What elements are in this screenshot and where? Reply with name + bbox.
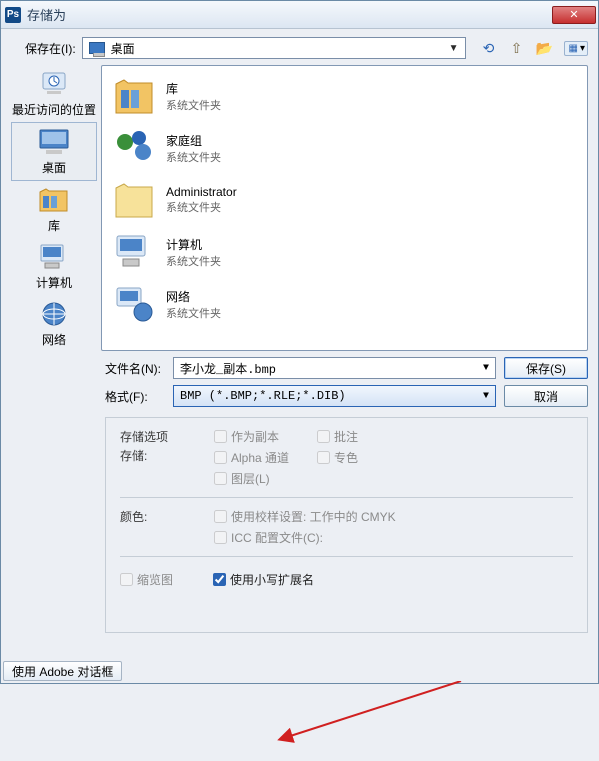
- filename-label: 文件名(N):: [105, 360, 165, 377]
- list-item-title: 网络: [166, 288, 221, 305]
- format-value: BMP (*.BMP;*.RLE;*.DIB): [180, 389, 346, 403]
- save-button[interactable]: 保存(S): [504, 357, 588, 379]
- options-group-label: 存储选项: [120, 428, 186, 445]
- list-item[interactable]: 家庭组系统文件夹: [106, 122, 583, 174]
- annotation-arrow: [271, 681, 471, 761]
- sidebar-item-label: 最近访问的位置: [12, 101, 96, 118]
- sidebar-item-network[interactable]: 网络: [11, 295, 97, 352]
- homegroup-icon: [112, 126, 156, 170]
- list-item-sub: 系统文件夹: [166, 253, 221, 269]
- sidebar-item-label: 桌面: [42, 159, 66, 176]
- user-folder-icon: [112, 178, 156, 222]
- store-label: 存储:: [120, 447, 186, 464]
- sidebar-item-label: 网络: [42, 331, 66, 348]
- places-sidebar: 最近访问的位置 桌面 库: [11, 65, 97, 351]
- list-item-title: 计算机: [166, 236, 221, 253]
- sidebar-item-desktop[interactable]: 桌面: [11, 122, 97, 181]
- use-adobe-dialog-button[interactable]: 使用 Adobe 对话框: [3, 661, 122, 681]
- list-item-sub: 系统文件夹: [166, 149, 221, 165]
- list-item-title: 家庭组: [166, 132, 221, 149]
- alpha-checkbox[interactable]: Alpha 通道: [214, 449, 289, 466]
- desktop-icon: [89, 42, 105, 54]
- spot-checkbox[interactable]: 专色: [317, 449, 358, 466]
- chevron-down-icon: ▼: [483, 363, 489, 374]
- list-item-sub: 系统文件夹: [166, 199, 237, 215]
- list-item-title: 库: [166, 80, 221, 97]
- look-in-label: 保存在(I):: [25, 40, 76, 57]
- sidebar-item-libraries[interactable]: 库: [11, 181, 97, 238]
- network-icon: [37, 299, 71, 329]
- network-icon: [112, 282, 156, 326]
- app-icon: Ps: [5, 7, 21, 23]
- list-item-sub: 系统文件夹: [166, 305, 221, 321]
- recent-icon: [37, 69, 71, 99]
- computer-icon: [37, 242, 71, 272]
- notes-checkbox[interactable]: 批注: [317, 428, 358, 445]
- save-options-panel: 存储选项 存储: 作为副本 Alpha 通道 图层(L) 批注 专色 颜色: 使…: [105, 417, 588, 633]
- thumbnail-checkbox[interactable]: 缩览图: [120, 571, 173, 588]
- lowercase-ext-checkbox[interactable]: 使用小写扩展名: [213, 571, 314, 588]
- sidebar-item-recent[interactable]: 最近访问的位置: [11, 65, 97, 122]
- window-title: 存储为: [27, 5, 552, 24]
- format-label: 格式(F):: [105, 388, 165, 405]
- color-label: 颜色:: [120, 508, 186, 525]
- chevron-down-icon: ▼: [449, 43, 459, 54]
- list-item[interactable]: Administrator系统文件夹: [106, 174, 583, 226]
- icc-checkbox[interactable]: ICC 配置文件(C):: [214, 529, 396, 546]
- as-copy-checkbox[interactable]: 作为副本: [214, 428, 289, 445]
- filename-input[interactable]: 李小龙_副本.bmp ▼: [173, 357, 496, 379]
- list-item[interactable]: 库系统文件夹: [106, 70, 583, 122]
- list-item[interactable]: 网络系统文件夹: [106, 278, 583, 330]
- proof-checkbox[interactable]: 使用校样设置: 工作中的 CMYK: [214, 508, 396, 525]
- new-folder-icon[interactable]: 📂: [536, 39, 554, 57]
- view-menu-button[interactable]: ▦▾: [564, 41, 588, 56]
- format-select[interactable]: BMP (*.BMP;*.RLE;*.DIB) ▼: [173, 385, 496, 407]
- look-in-value: 桌面: [111, 40, 135, 57]
- computer-icon: [112, 230, 156, 274]
- sidebar-item-label: 库: [48, 217, 60, 234]
- look-in-select[interactable]: 桌面 ▼: [82, 37, 466, 59]
- chevron-down-icon: ▼: [483, 391, 489, 402]
- sidebar-item-label: 计算机: [36, 274, 72, 291]
- up-level-icon[interactable]: ⇧: [508, 39, 526, 57]
- list-item-sub: 系统文件夹: [166, 97, 221, 113]
- title-bar: Ps 存储为 ✕: [1, 1, 598, 29]
- desktop-icon: [37, 127, 71, 157]
- sidebar-item-computer[interactable]: 计算机: [11, 238, 97, 295]
- file-list-pane[interactable]: 库系统文件夹 家庭组系统文件夹 Administrator系统文件夹 计算机系统…: [101, 65, 588, 351]
- filename-value: 李小龙_副本.bmp: [180, 360, 276, 377]
- libraries-icon: [112, 74, 156, 118]
- layers-checkbox[interactable]: 图层(L): [214, 470, 289, 487]
- list-item[interactable]: 计算机系统文件夹: [106, 226, 583, 278]
- list-item-title: Administrator: [166, 185, 237, 199]
- back-icon[interactable]: ⟲: [480, 39, 498, 57]
- libraries-icon: [37, 185, 71, 215]
- close-button[interactable]: ✕: [552, 6, 596, 24]
- cancel-button[interactable]: 取消: [504, 385, 588, 407]
